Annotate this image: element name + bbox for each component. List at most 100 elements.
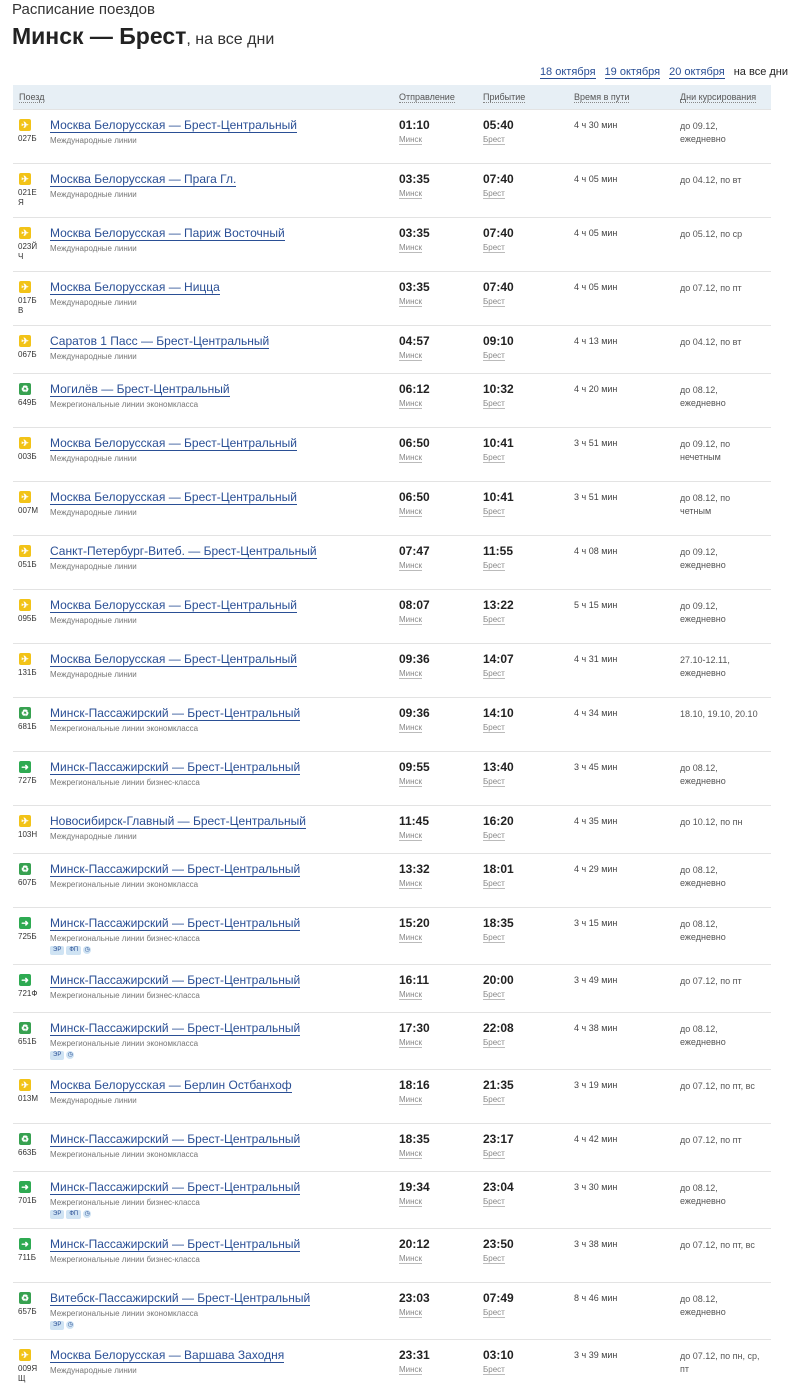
arrival-station-link[interactable]: Брест	[483, 506, 574, 517]
train-route-link[interactable]: Минск-Пассажирский — Брест-Центральный	[50, 752, 399, 775]
train-route-link[interactable]: Москва Белорусская — Варшава Заходня	[50, 1340, 399, 1363]
arrival-station-link[interactable]: Брест	[483, 722, 574, 733]
arrival-station-link[interactable]: Брест	[483, 1094, 574, 1105]
departure-cell: 09:55Минск	[399, 752, 483, 806]
arrival-station-link[interactable]: Брест	[483, 398, 574, 409]
train-route-link[interactable]: Минск-Пассажирский — Брест-Центральный	[50, 698, 399, 721]
departure-station-link[interactable]: Минск	[399, 1307, 483, 1318]
departure-station-link[interactable]: Минск	[399, 242, 483, 253]
arrival-station-link[interactable]: Брест	[483, 1364, 574, 1375]
clock-icon: ◷	[66, 1321, 74, 1329]
arrival-time: 09:10	[483, 326, 574, 348]
arrival-station-link[interactable]: Брест	[483, 134, 574, 145]
arrival-station-link[interactable]: Брест	[483, 1037, 574, 1048]
train-route-link[interactable]: Новосибирск-Главный — Брест-Центральный	[50, 806, 399, 829]
train-route-link[interactable]: Саратов 1 Пасс — Брест-Центральный	[50, 326, 399, 349]
travel-duration: 3 ч 15 мин	[574, 908, 680, 929]
train-route-link[interactable]: Минск-Пассажирский — Брест-Центральный	[50, 854, 399, 877]
arrival-station-link[interactable]: Брест	[483, 1253, 574, 1264]
departure-cell: 06:12 Минск	[399, 374, 483, 428]
departure-time: 06:12	[399, 374, 483, 396]
arrival-station-link[interactable]: Брест	[483, 932, 574, 943]
arrival-station-link[interactable]: Брест	[483, 668, 574, 679]
train-route-link[interactable]: Москва Белорусская — Брест-Центральный	[50, 644, 399, 667]
train-route-link[interactable]: Москва Белорусская — Берлин Остбанхоф	[50, 1070, 399, 1093]
arrival-station-link[interactable]: Брест	[483, 188, 574, 199]
train-route-link[interactable]: Могилёв — Брест-Центральный	[50, 374, 399, 397]
departure-station-link[interactable]: Минск	[399, 776, 483, 787]
arrival-station-link[interactable]: Брест	[483, 350, 574, 361]
departure-station-link[interactable]: Минск	[399, 1364, 483, 1375]
departure-time: 23:31	[399, 1340, 483, 1362]
train-route-link[interactable]: Москва Белорусская — Прага Гл.	[50, 164, 399, 187]
column-header-duration[interactable]: Время в пути	[574, 85, 680, 110]
arrival-cell: 07:40Брест	[483, 218, 574, 272]
date-link[interactable]: 19 октября	[605, 66, 661, 79]
train-route-link[interactable]: Москва Белорусская — Брест-Центральный	[50, 482, 399, 505]
train-category: Международные линии	[50, 189, 399, 200]
arrival-station-link[interactable]: Брест	[483, 1196, 574, 1207]
train-route-link[interactable]: Витебск-Пассажирский — Брест-Центральный	[50, 1283, 399, 1306]
train-number: 681Б	[18, 722, 40, 732]
arrival-station-link[interactable]: Брест	[483, 989, 574, 1000]
train-route-link[interactable]: Минск-Пассажирский — Брест-Центральный	[50, 908, 399, 931]
departure-station-link[interactable]: Минск	[399, 134, 483, 145]
departure-station-link[interactable]: Минск	[399, 560, 483, 571]
arrival-station-link[interactable]: Брест	[483, 776, 574, 787]
train-route-link[interactable]: Минск-Пассажирский — Брест-Центральный	[50, 1172, 399, 1195]
departure-station-link[interactable]: Минск	[399, 506, 483, 517]
departure-station-link[interactable]: Минск	[399, 989, 483, 1000]
duration-cell: 4 ч 42 мин	[574, 1124, 680, 1172]
departure-station-link[interactable]: Минск	[399, 1196, 483, 1207]
column-header-arrival[interactable]: Прибытие	[483, 85, 574, 110]
arrival-station-link[interactable]: Брест	[483, 242, 574, 253]
arrival-station-link[interactable]: Брест	[483, 1148, 574, 1159]
date-link[interactable]: 20 октября	[669, 66, 725, 79]
train-route-link[interactable]: Москва Белорусская — Ницца	[50, 272, 399, 295]
train-route-link[interactable]: Москва Белорусская — Париж Восточный	[50, 218, 399, 241]
column-header-days[interactable]: Дни курсирования	[680, 85, 771, 110]
departure-station-link[interactable]: Минск	[399, 452, 483, 463]
arrival-station-link[interactable]: Брест	[483, 560, 574, 571]
arrival-station-link[interactable]: Брест	[483, 296, 574, 307]
departure-station-link[interactable]: Минск	[399, 350, 483, 361]
departure-station-link[interactable]: Минск	[399, 932, 483, 943]
column-header-train[interactable]: Поезд	[13, 85, 399, 110]
arrival-station-link[interactable]: Брест	[483, 614, 574, 625]
international-train-icon: ✈	[19, 437, 31, 449]
date-link[interactable]: 18 октября	[540, 66, 596, 79]
departure-station-link[interactable]: Минск	[399, 1148, 483, 1159]
train-number: 711Б	[18, 1253, 40, 1263]
train-route-link[interactable]: Минск-Пассажирский — Брест-Центральный	[50, 1124, 399, 1147]
departure-station-link[interactable]: Минск	[399, 1253, 483, 1264]
arrival-station-link[interactable]: Брест	[483, 830, 574, 841]
train-route-link[interactable]: Минск-Пассажирский — Брест-Центральный	[50, 965, 399, 988]
departure-station-link[interactable]: Минск	[399, 1037, 483, 1048]
arrival-station-link[interactable]: Брест	[483, 452, 574, 463]
train-route-link[interactable]: Минск-Пассажирский — Брест-Центральный	[50, 1229, 399, 1252]
train-route-link[interactable]: Санкт-Петербург-Витеб. — Брест-Центральн…	[50, 536, 399, 559]
departure-station-link[interactable]: Минск	[399, 830, 483, 841]
arrival-station-link[interactable]: Брест	[483, 1307, 574, 1318]
train-route-link[interactable]: Москва Белорусская — Брест-Центральный	[50, 428, 399, 451]
train-route-link[interactable]: Москва Белорусская — Брест-Центральный	[50, 110, 399, 133]
days-cell: до 09.12, ежедневно	[680, 536, 771, 590]
train-category: Межрегиональные линии бизнес-класса	[50, 1254, 399, 1265]
arrival-time: 10:32	[483, 374, 574, 396]
column-header-departure[interactable]: Отправление	[399, 85, 483, 110]
train-route-link[interactable]: Москва Белорусская — Брест-Центральный	[50, 590, 399, 613]
departure-station-link[interactable]: Минск	[399, 668, 483, 679]
departure-station-link[interactable]: Минск	[399, 878, 483, 889]
departure-station-link[interactable]: Минск	[399, 398, 483, 409]
train-route-link[interactable]: Минск-Пассажирский — Брест-Центральный	[50, 1013, 399, 1036]
departure-station-link[interactable]: Минск	[399, 296, 483, 307]
departure-station-link[interactable]: Минск	[399, 614, 483, 625]
departure-station-link[interactable]: Минск	[399, 1094, 483, 1105]
table-row: ♻651БМинск-Пассажирский — Брест-Централь…	[13, 1013, 771, 1070]
service-badge: ЭР	[50, 1321, 64, 1330]
departure-time: 03:35	[399, 164, 483, 186]
arrival-station-link[interactable]: Брест	[483, 878, 574, 889]
departure-station-link[interactable]: Минск	[399, 722, 483, 733]
departure-station-link[interactable]: Минск	[399, 188, 483, 199]
duration-cell: 3 ч 15 мин	[574, 908, 680, 965]
